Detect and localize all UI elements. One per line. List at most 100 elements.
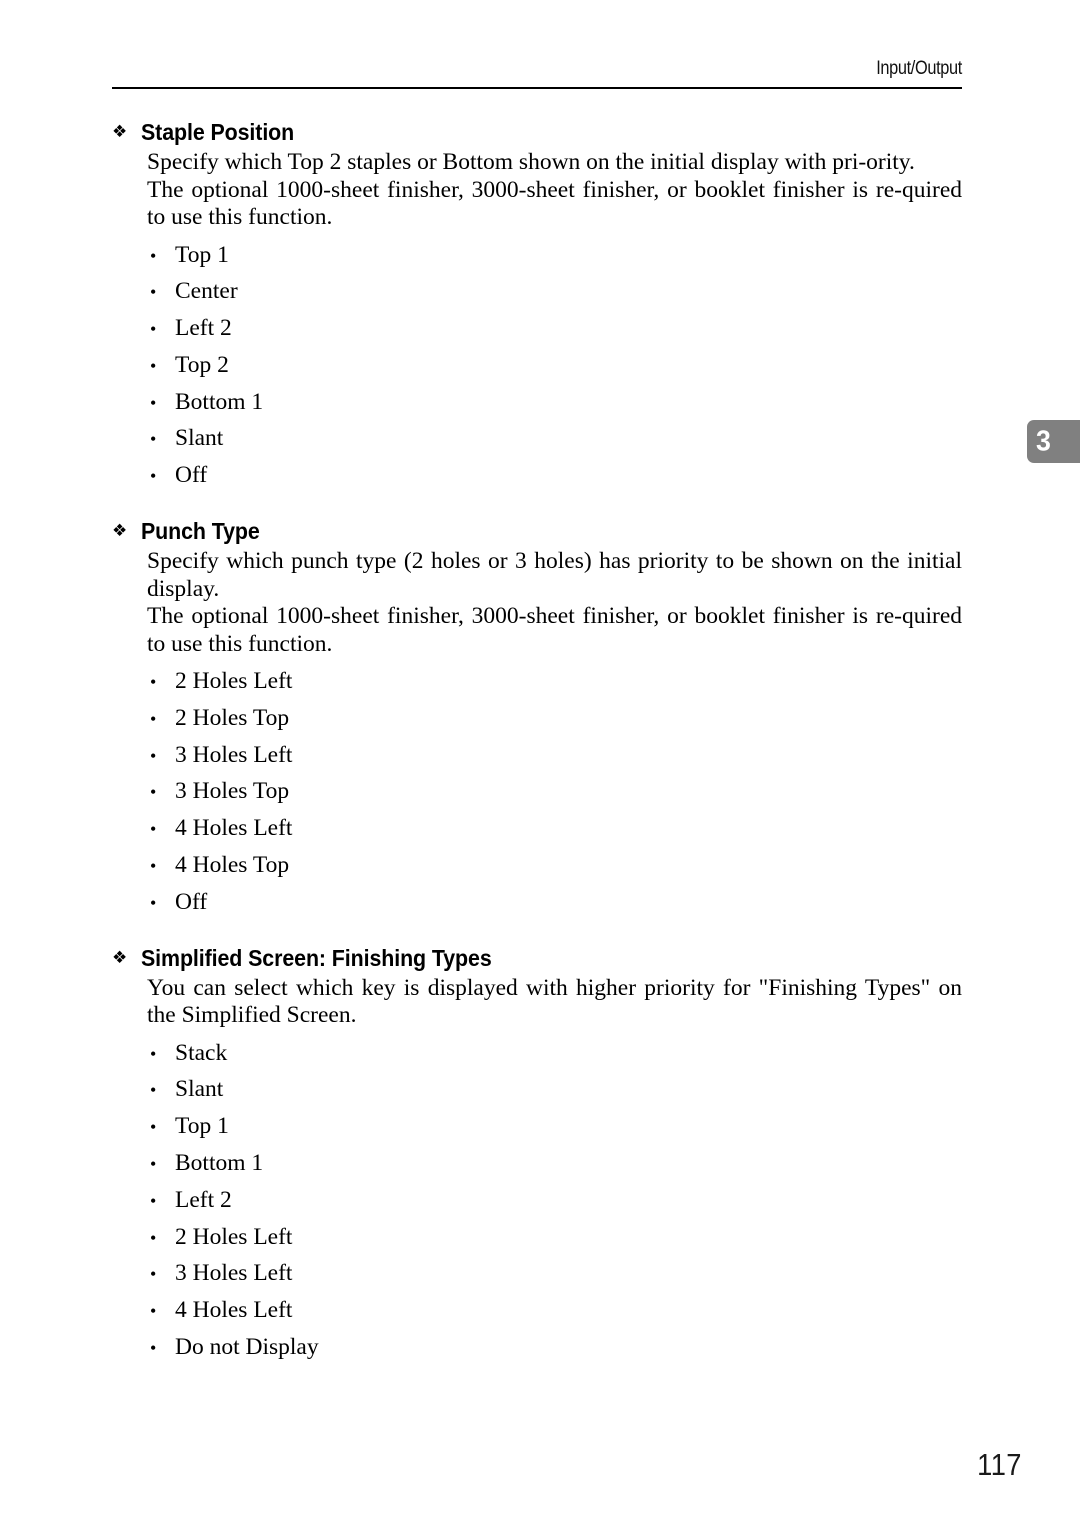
- bullet-icon: •: [150, 856, 157, 877]
- list-item: • Off: [150, 885, 962, 922]
- document-page: Input/Output 3 ❖ Staple Position Specify…: [0, 0, 1080, 1526]
- paragraph: The optional 1000-sheet finisher, 3000-s…: [147, 176, 962, 231]
- header-rule-divider: [112, 87, 962, 89]
- list-item-label: Top 1: [175, 241, 229, 268]
- list-item: • 3 Holes Left: [150, 738, 962, 775]
- list-item: • Bottom 1: [150, 385, 962, 422]
- list-item: • 4 Holes Left: [150, 811, 962, 848]
- list-item: • Left 2: [150, 1183, 962, 1220]
- section-body: Specify which punch type (2 holes or 3 h…: [112, 548, 962, 658]
- bullet-icon: •: [150, 1190, 157, 1211]
- list-item-label: 4 Holes Top: [175, 852, 290, 879]
- bullet-icon: •: [150, 745, 157, 766]
- list-item: • Do not Display: [150, 1330, 962, 1367]
- list-item-label: Slant: [175, 1076, 224, 1103]
- bullet-icon: •: [150, 672, 157, 693]
- list-item: • 2 Holes Left: [150, 664, 962, 701]
- bullet-icon: •: [150, 1117, 157, 1138]
- chapter-tab: 3: [1027, 420, 1080, 463]
- chapter-tab-number: 3: [1036, 425, 1051, 457]
- list-item-label: 4 Holes Left: [175, 1297, 293, 1324]
- bullet-icon: •: [150, 1080, 157, 1101]
- list-item-label: Do not Display: [175, 1334, 319, 1361]
- bullet-icon: •: [150, 355, 157, 376]
- list-item: • Center: [150, 274, 962, 311]
- section-heading: ❖ Punch Type: [112, 517, 962, 545]
- bullet-icon: •: [150, 1227, 157, 1248]
- option-list: • 2 Holes Left • 2 Holes Top • 3 Holes L…: [112, 664, 962, 922]
- section-heading: ❖ Staple Position: [112, 118, 962, 146]
- bullet-icon: •: [150, 1264, 157, 1285]
- bullet-icon: •: [150, 245, 157, 266]
- list-item: • Slant: [150, 1072, 962, 1109]
- list-item-label: Off: [175, 462, 208, 489]
- bullet-icon: •: [150, 282, 157, 303]
- section-heading-label: Punch Type: [141, 518, 260, 545]
- diamond-bullet-icon: ❖: [112, 122, 128, 142]
- running-header: Input/Output: [112, 58, 962, 80]
- section-simplified-screen-finishing-types: ❖ Simplified Screen: Finishing Types You…: [112, 944, 962, 1367]
- list-item-label: Top 2: [175, 351, 229, 378]
- bullet-icon: •: [150, 782, 157, 803]
- list-item: • 4 Holes Left: [150, 1293, 962, 1330]
- section-punch-type: ❖ Punch Type Specify which punch type (2…: [112, 517, 962, 922]
- list-item-label: Left 2: [175, 315, 232, 342]
- list-item: • 2 Holes Top: [150, 701, 962, 738]
- bullet-icon: •: [150, 1043, 157, 1064]
- page-footer: 117: [0, 1448, 1022, 1482]
- list-item-label: Stack: [175, 1039, 228, 1066]
- page-number: 117: [977, 1447, 1022, 1482]
- list-item-label: 3 Holes Left: [175, 1260, 293, 1287]
- bullet-icon: •: [150, 708, 157, 729]
- paragraph: Specify which Top 2 staples or Bottom sh…: [147, 149, 915, 175]
- bullet-icon: •: [150, 429, 157, 450]
- diamond-bullet-icon: ❖: [112, 521, 128, 542]
- list-item: • Top 2: [150, 348, 962, 385]
- list-item: • Bottom 1: [150, 1146, 962, 1183]
- list-item-label: 3 Holes Top: [175, 778, 290, 805]
- list-item-label: 2 Holes Left: [175, 668, 293, 695]
- section-body: Specify which Top 2 staples or Bottom sh…: [112, 149, 962, 232]
- list-item: • Top 1: [150, 238, 962, 275]
- bullet-icon: •: [150, 319, 157, 340]
- bullet-icon: •: [150, 892, 157, 913]
- paragraph: Specify which punch type (2 holes or 3 h…: [147, 548, 962, 602]
- section-staple-position: ❖ Staple Position Specify which Top 2 st…: [112, 118, 962, 495]
- section-heading: ❖ Simplified Screen: Finishing Types: [112, 944, 962, 972]
- diamond-bullet-icon: ❖: [112, 947, 128, 968]
- paragraph: You can select which key is displayed wi…: [147, 974, 962, 1029]
- list-item-label: 3 Holes Left: [175, 741, 293, 768]
- page-content: ❖ Staple Position Specify which Top 2 st…: [112, 118, 962, 1367]
- list-item-label: Off: [175, 888, 208, 915]
- list-item-label: Slant: [175, 425, 224, 452]
- list-item: • 3 Holes Top: [150, 774, 962, 811]
- list-item-label: Left 2: [175, 1186, 232, 1213]
- list-item: • Left 2: [150, 311, 962, 348]
- running-header-text: Input/Output: [876, 58, 962, 79]
- bullet-icon: •: [150, 1154, 157, 1175]
- list-item: • Slant: [150, 421, 962, 458]
- option-list: • Stack • Slant • Top 1 • Bottom 1 • Lef…: [112, 1036, 962, 1367]
- list-item-label: Bottom 1: [175, 388, 264, 415]
- list-item-label: 2 Holes Top: [175, 704, 290, 731]
- list-item-label: Bottom 1: [175, 1150, 264, 1177]
- list-item: • Top 1: [150, 1109, 962, 1146]
- list-item-label: 4 Holes Left: [175, 815, 293, 842]
- paragraph: The optional 1000-sheet finisher, 3000-s…: [147, 603, 962, 657]
- bullet-icon: •: [150, 1301, 157, 1322]
- list-item-label: 2 Holes Left: [175, 1223, 293, 1250]
- bullet-icon: •: [150, 1338, 157, 1359]
- list-item-label: Center: [175, 278, 238, 305]
- section-heading-label: Staple Position: [141, 119, 295, 145]
- list-item: • Off: [150, 458, 962, 495]
- list-item: • 3 Holes Left: [150, 1256, 962, 1293]
- list-item: • Stack: [150, 1036, 962, 1073]
- bullet-icon: •: [150, 392, 157, 413]
- list-item-label: Top 1: [175, 1113, 229, 1140]
- list-item: • 4 Holes Top: [150, 848, 962, 885]
- section-body: You can select which key is displayed wi…: [112, 975, 962, 1030]
- bullet-icon: •: [150, 819, 157, 840]
- list-item: • 2 Holes Left: [150, 1220, 962, 1257]
- bullet-icon: •: [150, 466, 157, 487]
- section-heading-label: Simplified Screen: Finishing Types: [141, 944, 492, 971]
